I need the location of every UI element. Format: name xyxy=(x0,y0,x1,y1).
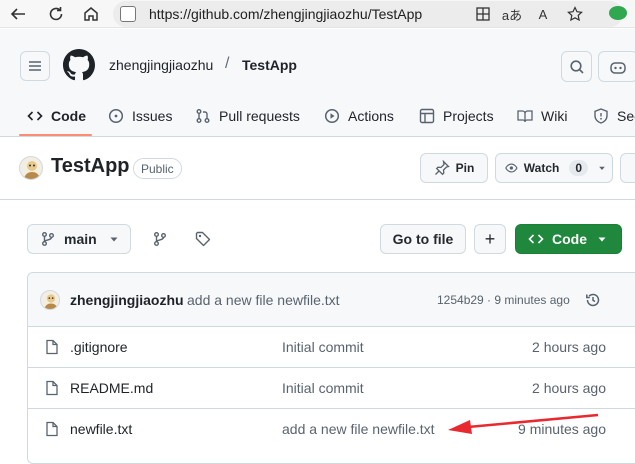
repo-owner-avatar[interactable] xyxy=(19,156,43,180)
copilot-button[interactable] xyxy=(598,51,635,82)
tab-actions[interactable]: Actions xyxy=(324,103,394,129)
active-tab-indicator xyxy=(19,134,92,136)
file-name[interactable]: README.md xyxy=(70,380,153,396)
watch-count: 0 xyxy=(569,160,589,176)
table-icon xyxy=(419,108,435,124)
avatar[interactable] xyxy=(40,290,60,310)
file-commit-message[interactable]: Initial commit xyxy=(282,339,364,355)
search-button[interactable] xyxy=(561,51,592,82)
site-info-icon[interactable] xyxy=(120,6,136,22)
branch-selector[interactable]: main xyxy=(27,224,131,254)
add-file-button[interactable]: + xyxy=(474,224,506,254)
url-text: https://github.com/zhengjingjiaozhu/Test… xyxy=(149,6,423,22)
code-button[interactable]: Code xyxy=(515,224,622,254)
triangle-down-icon xyxy=(599,166,605,170)
visibility-badge: Public xyxy=(133,158,182,179)
apps-icon[interactable] xyxy=(472,4,494,24)
file-name[interactable]: newfile.txt xyxy=(70,421,132,437)
go-to-file-button[interactable]: Go to file xyxy=(380,224,466,254)
breadcrumb-separator: / xyxy=(225,55,230,72)
breadcrumb-owner[interactable]: zhengjingjiaozhu xyxy=(109,57,213,73)
history-icon xyxy=(586,293,600,307)
watch-button[interactable]: Watch 0 xyxy=(495,153,613,183)
file-age: 2 hours ago xyxy=(532,339,606,355)
read-aloud-icon[interactable]: aあ xyxy=(501,4,523,24)
pin-button[interactable]: Pin xyxy=(420,153,488,183)
code-button-label: Code xyxy=(552,231,587,247)
breadcrumb-repo[interactable]: TestApp xyxy=(242,57,297,73)
tags-link[interactable] xyxy=(190,226,216,252)
commit-meta[interactable]: 1254b29 · 9 minutes ago xyxy=(437,293,570,307)
issue-opened-icon xyxy=(108,108,124,124)
tab-issues[interactable]: Issues xyxy=(108,103,172,129)
tab-wiki[interactable]: Wiki xyxy=(517,103,567,129)
branch-name: main xyxy=(64,231,97,247)
browser-extension-icon[interactable] xyxy=(609,6,627,20)
repo-title[interactable]: TestApp xyxy=(51,155,130,178)
tab-label: Projects xyxy=(443,108,494,124)
table-row: newfile.txt add a new file newfile.txt 9… xyxy=(28,409,635,450)
commit-message[interactable]: add a new file newfile.txt xyxy=(187,292,340,308)
favorite-star-icon[interactable] xyxy=(564,4,586,24)
file-name[interactable]: .gitignore xyxy=(70,339,128,355)
browser-toolbar: https://github.com/zhengjingjiaozhu/Test… xyxy=(0,0,635,28)
code-icon xyxy=(27,111,43,121)
code-icon xyxy=(528,234,544,244)
git-branch-icon xyxy=(42,232,54,246)
file-icon xyxy=(46,380,58,396)
git-pull-request-icon xyxy=(196,109,210,123)
pin-label: Pin xyxy=(455,161,475,175)
book-icon xyxy=(517,110,533,123)
table-row: README.md Initial commit 2 hours ago xyxy=(28,368,635,409)
tab-code[interactable]: Code xyxy=(27,103,86,129)
table-row: .gitignore Initial commit 2 hours ago xyxy=(28,327,635,368)
repo-header: zhengjingjiaozhu / TestApp Code Issues P… xyxy=(0,29,635,137)
search-icon xyxy=(569,59,584,74)
tab-label: Sec xyxy=(617,108,635,124)
file-age: 2 hours ago xyxy=(532,380,606,396)
git-branch-icon xyxy=(154,232,166,246)
tab-security[interactable]: Sec xyxy=(593,103,635,129)
triangle-down-icon xyxy=(598,237,606,242)
home-icon xyxy=(84,7,98,21)
commit-author[interactable]: zhengjingjiaozhu xyxy=(70,292,184,308)
tag-icon xyxy=(195,231,211,247)
file-commit-message[interactable]: Initial commit xyxy=(282,380,364,396)
hamburger-icon xyxy=(29,61,41,71)
tab-label: Issues xyxy=(132,108,173,124)
file-commit-message[interactable]: add a new file newfile.txt xyxy=(282,421,435,437)
arrow-left-icon xyxy=(10,8,25,20)
back-button[interactable] xyxy=(6,2,30,26)
text-size-icon[interactable]: A xyxy=(532,4,554,24)
shield-icon xyxy=(594,108,608,124)
copilot-icon xyxy=(610,61,626,74)
triangle-down-icon xyxy=(110,237,118,242)
watch-label: Watch xyxy=(523,161,560,175)
tab-label: Wiki xyxy=(541,108,568,124)
file-list: zhengjingjiaozhu add a new file newfile.… xyxy=(27,272,635,464)
file-age: 9 minutes ago xyxy=(518,421,606,437)
fork-button[interactable] xyxy=(620,153,635,183)
eye-icon xyxy=(505,163,518,173)
file-icon xyxy=(46,339,58,355)
latest-commit-row: zhengjingjiaozhu add a new file newfile.… xyxy=(28,273,635,327)
tab-projects[interactable]: Projects xyxy=(419,103,494,129)
tab-label: Pull requests xyxy=(219,108,300,124)
branches-link[interactable] xyxy=(147,226,173,252)
tab-label: Actions xyxy=(348,108,394,124)
tab-pull-requests[interactable]: Pull requests xyxy=(195,103,300,129)
file-icon xyxy=(46,421,58,437)
section-divider xyxy=(0,199,635,200)
history-button[interactable] xyxy=(583,290,603,310)
tab-label: Code xyxy=(51,108,86,124)
home-button[interactable] xyxy=(79,2,103,26)
pin-icon xyxy=(434,160,450,176)
menu-button[interactable] xyxy=(20,51,50,81)
play-icon xyxy=(324,108,340,124)
github-logo-icon[interactable] xyxy=(63,49,95,81)
refresh-icon xyxy=(49,7,63,21)
refresh-button[interactable] xyxy=(44,2,68,26)
address-bar[interactable]: https://github.com/zhengjingjiaozhu/Test… xyxy=(113,1,623,27)
